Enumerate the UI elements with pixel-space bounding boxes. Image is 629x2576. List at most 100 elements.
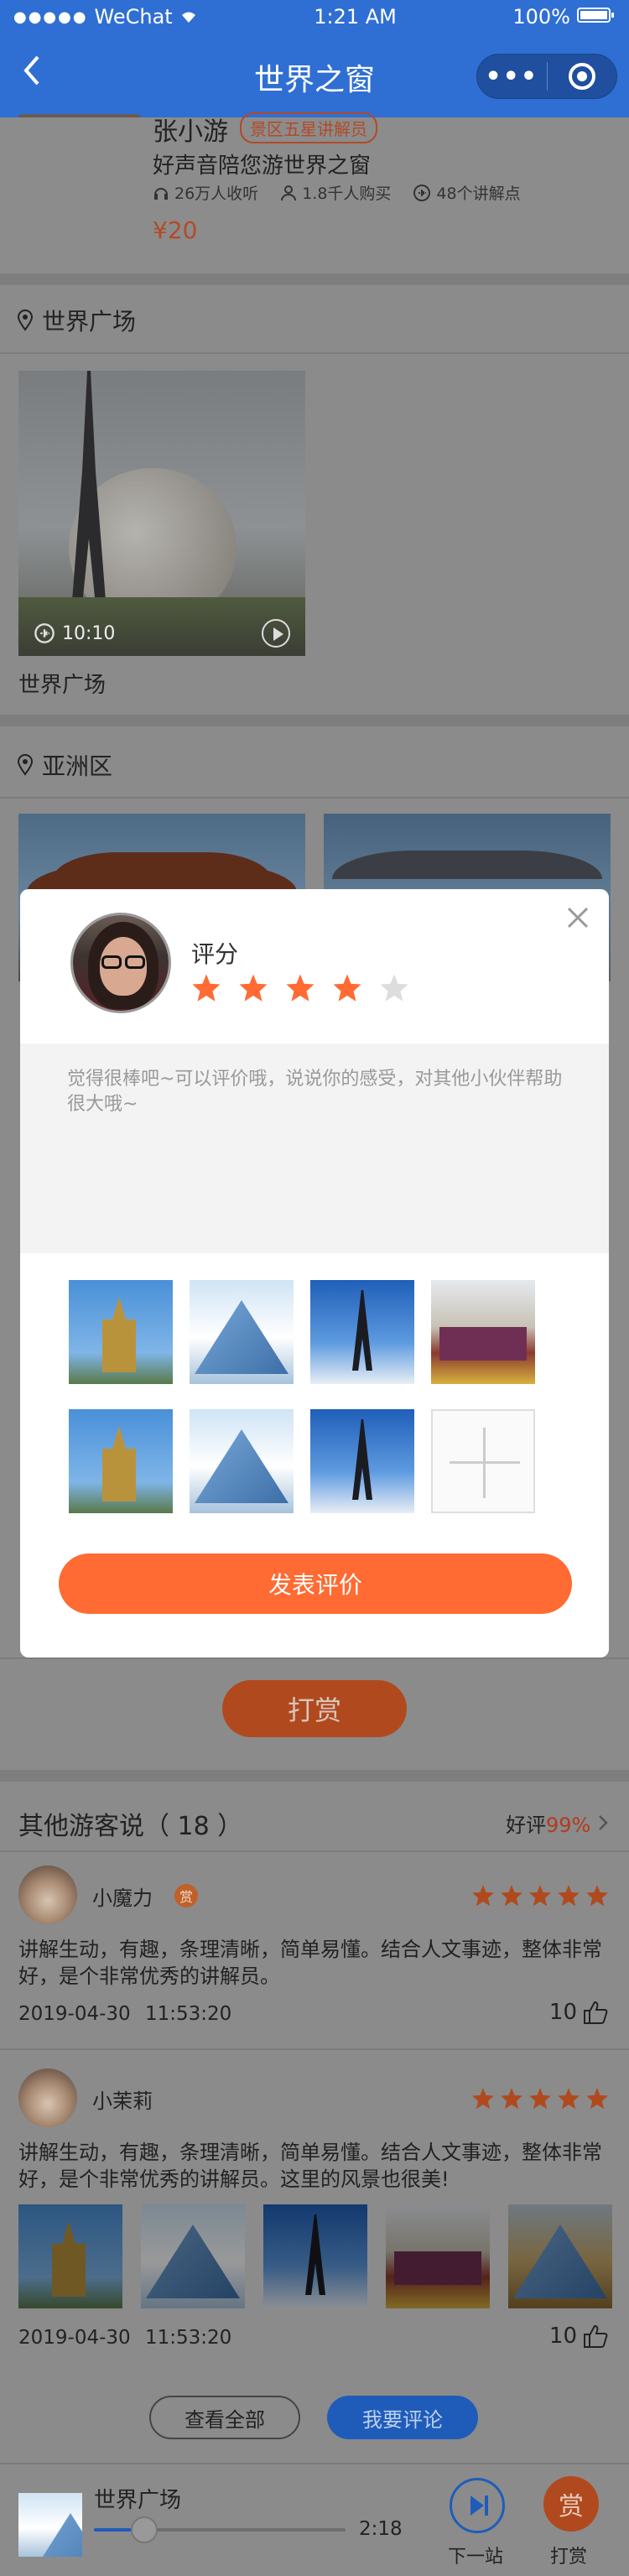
location-pin-icon (17, 310, 34, 331)
status-time: 1:21 AM (314, 5, 397, 29)
submit-review-button[interactable]: 发表评价 (59, 1553, 572, 1614)
comment-stars (471, 2087, 609, 2110)
reward-button[interactable]: 打赏 (222, 1680, 407, 1737)
star-filled-icon[interactable] (500, 2087, 523, 2110)
star-filled-icon[interactable] (191, 973, 221, 1003)
video-tile[interactable]: 10:10 (18, 371, 305, 656)
skip-next-icon (470, 2495, 488, 2516)
star-empty-icon[interactable] (379, 973, 409, 1003)
mini-program-capsule: ••• (476, 54, 617, 99)
photo-thumbnail-eiffel[interactable] (310, 1280, 414, 1384)
star-filled-icon[interactable] (557, 2087, 580, 2110)
photo-thumbnail-castle[interactable] (69, 1280, 173, 1384)
next-track-label: 下一站 (448, 2547, 504, 2568)
star-filled-icon[interactable] (285, 973, 315, 1003)
photo-thumbnail-eiffel[interactable] (263, 2204, 367, 2308)
carrier-label: WeChat (94, 5, 173, 29)
positive-rate[interactable]: 好评99% (506, 1808, 609, 1838)
star-filled-icon[interactable] (471, 2087, 495, 2110)
star-filled-icon[interactable] (238, 973, 268, 1003)
guide-description: 好声音陪您游世界之窗 (153, 154, 372, 179)
player-time: 2:18 (359, 2518, 403, 2540)
rating-stars (191, 973, 409, 1003)
tipped-badge: 赏 (174, 1884, 198, 1907)
like-button[interactable]: 10 (549, 2324, 609, 2349)
progress-handle[interactable] (131, 2516, 158, 2543)
star-filled-icon[interactable] (585, 1884, 609, 1907)
signal-icon: ●●●●● (13, 8, 88, 26)
wifi-icon (179, 5, 198, 29)
points-count: 48个讲解点 (436, 185, 521, 203)
buyers-count: 1.8千人购买 (302, 185, 392, 203)
photo-grid (69, 1280, 535, 1513)
comment-author: 小魔力 (92, 1886, 153, 1910)
like-count: 10 (548, 2324, 577, 2349)
avatar (18, 2069, 77, 2127)
listeners-stat: 26万人收听 (153, 181, 258, 204)
player-title: 世界广场 (94, 2488, 182, 2513)
video-duration: 10:10 (34, 622, 115, 644)
section-divider (0, 715, 629, 726)
photo-thumbnail-castle[interactable] (69, 1409, 173, 1513)
photo-thumbnail-pyramid[interactable] (190, 1280, 294, 1384)
reward-icon-button[interactable]: 赏 (543, 2476, 599, 2532)
review-dialog: 评分 发表评价 (20, 889, 609, 1657)
audio-player: 世界广场 2:18 下一站 赏 打赏 (0, 2463, 629, 2576)
star-filled-icon[interactable] (332, 973, 362, 1003)
section-underline (0, 1850, 629, 1852)
review-input[interactable] (67, 1067, 570, 1134)
photo-thumbnail-temple[interactable] (386, 2204, 490, 2308)
photo-thumbnail-castle[interactable] (18, 2204, 122, 2308)
star-filled-icon[interactable] (557, 1884, 580, 1907)
guide-badge: 景区五星讲解员 (240, 112, 377, 143)
close-icon[interactable] (565, 898, 590, 939)
section-underline (0, 2048, 629, 2050)
view-all-button[interactable]: 查看全部 (149, 2396, 300, 2439)
positive-rate-value: 99% (546, 1814, 591, 1837)
thumbs-up-icon (584, 2324, 608, 2348)
comment-time: 11:53:20 (144, 2003, 232, 2025)
chevron-right-icon (599, 1815, 608, 1830)
rating-label: 评分 (191, 940, 239, 968)
more-button[interactable]: ••• (477, 62, 547, 91)
star-filled-icon[interactable] (528, 2087, 552, 2110)
user-icon (281, 185, 297, 200)
headphones-icon (154, 187, 168, 200)
location-pin-icon (17, 754, 34, 776)
photo-thumbnail-temple[interactable] (431, 1280, 535, 1384)
section-underline (0, 1657, 629, 1659)
next-track-button[interactable] (450, 2478, 505, 2533)
section-underline (0, 352, 629, 354)
guide-name: 张小游 (153, 117, 228, 147)
like-button[interactable]: 10 (549, 2000, 609, 2025)
battery-label: 100% (512, 5, 570, 29)
photo-thumbnail-eiffel[interactable] (310, 1409, 414, 1513)
star-filled-icon[interactable] (471, 1884, 495, 1907)
comment-stars (471, 1884, 609, 1907)
add-photo-button[interactable] (431, 1409, 535, 1513)
guide-price: ¥20 (153, 216, 198, 244)
reward-label: 打赏 (550, 2547, 588, 2568)
photo-thumbnail-pyramid[interactable] (141, 2204, 245, 2308)
write-comment-button[interactable]: 我要评论 (327, 2396, 478, 2439)
star-filled-icon[interactable] (528, 1884, 552, 1907)
target-icon[interactable] (548, 63, 617, 90)
star-filled-icon[interactable] (585, 2087, 609, 2110)
play-icon[interactable] (262, 619, 290, 648)
guide-stats: 26万人收听 1.8千人购买 48个讲解点 (153, 181, 521, 204)
comment-timestamp: 2019-04-30 11:53:20 (18, 2327, 231, 2349)
star-filled-icon[interactable] (500, 1884, 523, 1907)
comment-text: 讲解生动，有趣，条理清晰，简单易懂。结合人文事迹，整体非常好，是个非常优秀的讲解… (18, 1938, 602, 1988)
comment-text: 讲解生动，有趣，条理清晰，简单易懂。结合人文事迹，整体非常好，是个非常优秀的讲解… (18, 2141, 602, 2191)
comment-timestamp: 2019-04-30 11:53:20 (18, 2003, 231, 2025)
comment-author: 小茉莉 (92, 2089, 153, 2113)
photo-thumbnail-pyramid[interactable] (190, 1409, 294, 1513)
player-thumbnail (18, 2493, 82, 2557)
battery-icon (577, 5, 616, 29)
photo-thumbnail-sphinx[interactable] (508, 2204, 612, 2308)
status-bar: ●●●●● WeChat 1:21 AM 100% (0, 0, 629, 34)
video-duration-label: 10:10 (62, 622, 116, 644)
section-title-asia-label: 亚洲区 (42, 752, 113, 780)
thumbs-up-icon (584, 2001, 608, 2024)
comment-date: 2019-04-30 (18, 2327, 131, 2349)
